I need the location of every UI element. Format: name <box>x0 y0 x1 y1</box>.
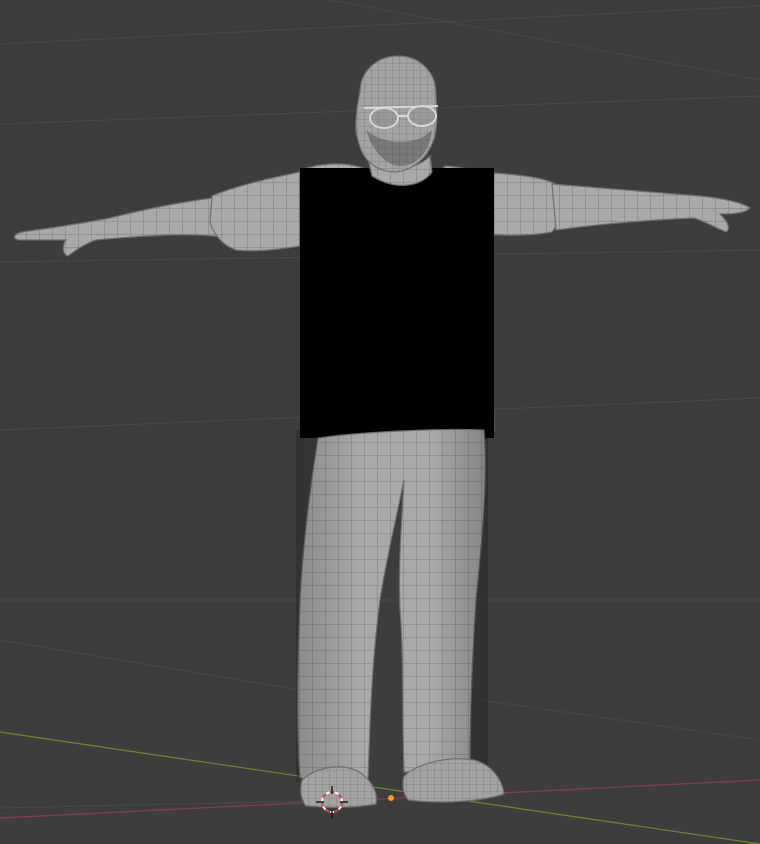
pants-shading <box>296 430 488 782</box>
x-axis-line <box>0 779 760 819</box>
right-arm-mesh[interactable] <box>551 183 751 233</box>
3d-viewport[interactable] <box>0 0 760 844</box>
viewport-canvas[interactable] <box>0 0 760 844</box>
shirt-shading <box>300 168 494 438</box>
origin-point[interactable] <box>388 795 394 801</box>
left-sleeve-mesh[interactable] <box>209 171 301 252</box>
left-arm-mesh[interactable] <box>13 195 233 257</box>
character-mesh[interactable] <box>13 55 751 808</box>
